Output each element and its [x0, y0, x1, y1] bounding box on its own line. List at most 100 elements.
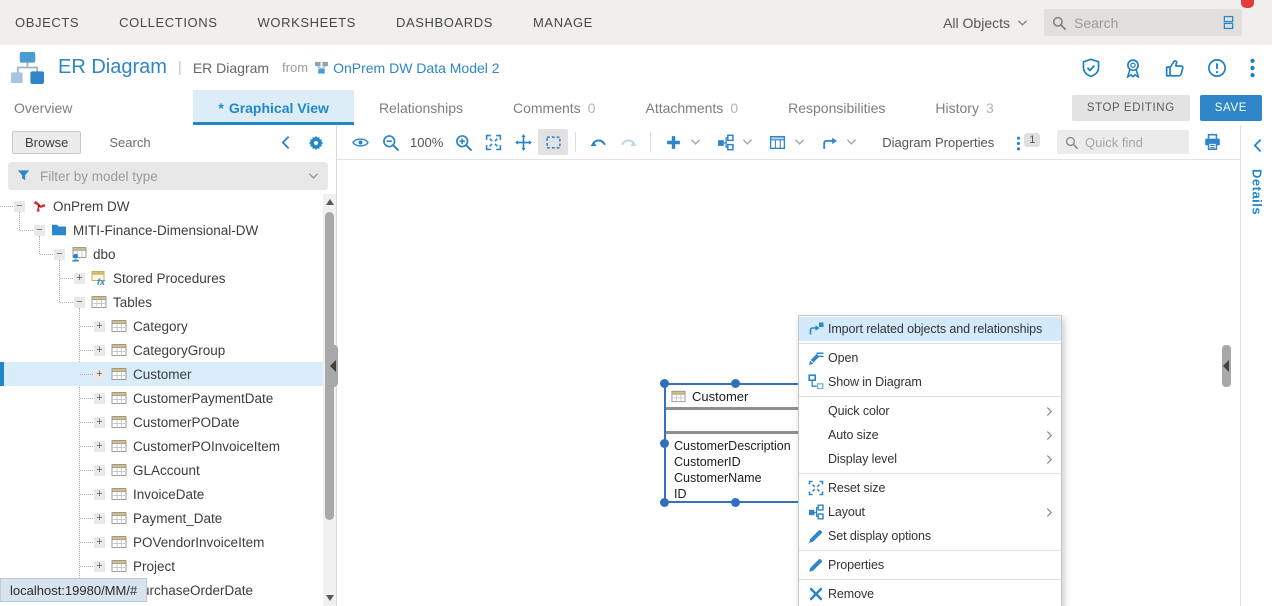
- gear-icon[interactable]: [308, 135, 324, 151]
- tree-item-povendorinvoiceitem[interactable]: +POVendorInvoiceItem: [0, 530, 323, 554]
- advanced-search-icon[interactable]: [1223, 15, 1234, 30]
- expand-toggle[interactable]: +: [94, 345, 105, 356]
- tree-scrollbar[interactable]: [323, 194, 336, 606]
- details-tab[interactable]: Details: [1250, 169, 1265, 215]
- save-button[interactable]: SAVE: [1200, 95, 1262, 121]
- tree-item-customerpodate[interactable]: +CustomerPODate: [0, 410, 323, 434]
- expand-toggle[interactable]: +: [94, 393, 105, 404]
- right-panel-splitter[interactable]: [1222, 345, 1231, 387]
- scope-dropdown[interactable]: All Objects: [943, 15, 1028, 31]
- selection-handle[interactable]: [660, 439, 669, 448]
- tree-item-miti-finance-dimensional-dw[interactable]: −MITI-Finance-Dimensional-DW: [0, 218, 323, 242]
- tab-graphical-view[interactable]: *Graphical View: [193, 90, 354, 125]
- expand-toggle[interactable]: +: [94, 417, 105, 428]
- tree-item-categorygroup[interactable]: +CategoryGroup: [0, 338, 323, 362]
- redo-button[interactable]: [613, 129, 643, 155]
- selection-handle[interactable]: [731, 379, 740, 388]
- collapse-toggle[interactable]: −: [34, 225, 45, 236]
- scroll-up-arrow[interactable]: [326, 199, 334, 205]
- fit-to-screen-button[interactable]: [478, 129, 508, 155]
- nav-item-objects[interactable]: OBJECTS: [15, 15, 79, 30]
- model-link[interactable]: OnPrem DW Data Model 2: [333, 60, 500, 76]
- kebab-menu-icon[interactable]: [1249, 58, 1256, 78]
- collapse-panel-icon[interactable]: [281, 135, 290, 150]
- add-object-button[interactable]: [658, 129, 688, 155]
- thumbs-up-icon[interactable]: [1165, 58, 1185, 78]
- expand-toggle[interactable]: +: [94, 369, 105, 380]
- expand-toggle[interactable]: +: [94, 465, 105, 476]
- selection-handle[interactable]: [660, 498, 669, 507]
- tree-item-tables[interactable]: −Tables: [0, 290, 323, 314]
- selection-handle[interactable]: [660, 379, 669, 388]
- tree-item-customerpaymentdate[interactable]: +CustomerPaymentDate: [0, 386, 323, 410]
- browse-tab[interactable]: Browse: [12, 131, 81, 154]
- undo-button[interactable]: [583, 129, 613, 155]
- chevron-down-icon[interactable]: [690, 138, 701, 146]
- expand-toggle[interactable]: +: [94, 441, 105, 452]
- chevron-down-icon[interactable]: [742, 138, 753, 146]
- menu-item-quick-color[interactable]: Quick color: [799, 399, 1061, 423]
- expand-toggle[interactable]: +: [94, 489, 105, 500]
- nav-item-manage[interactable]: MANAGE: [533, 15, 593, 30]
- pan-button[interactable]: [508, 129, 538, 155]
- collapse-toggle[interactable]: −: [14, 201, 25, 212]
- nav-item-collections[interactable]: COLLECTIONS: [119, 15, 217, 30]
- entity-customer[interactable]: Customer CustomerDescriptionCustomerIDCu…: [664, 383, 806, 503]
- tree-item-category[interactable]: +Category: [0, 314, 323, 338]
- model-type-filter[interactable]: Filter by model type: [8, 162, 328, 190]
- scroll-down-arrow[interactable]: [326, 595, 334, 601]
- tree-item-project[interactable]: +Project: [0, 554, 323, 578]
- tab-responsibilities[interactable]: Responsibilities: [763, 90, 910, 125]
- tab-overview[interactable]: Overview: [0, 90, 97, 125]
- selection-handle[interactable]: [731, 498, 740, 507]
- menu-item-layout[interactable]: Layout: [799, 500, 1061, 524]
- nav-item-worksheets[interactable]: WORKSHEETS: [258, 15, 356, 30]
- add-table-button[interactable]: [762, 129, 792, 155]
- tab-relationships[interactable]: Relationships: [354, 90, 488, 125]
- print-icon[interactable]: [1203, 133, 1222, 151]
- auto-layout-button[interactable]: [710, 129, 740, 155]
- expand-toggle[interactable]: +: [94, 537, 105, 548]
- menu-item-import-related-objects-and-relationships[interactable]: Import related objects and relationships: [799, 317, 1061, 341]
- expand-details-icon[interactable]: [1253, 138, 1262, 153]
- stop-editing-button[interactable]: STOP EDITING: [1072, 95, 1190, 121]
- expand-toggle[interactable]: +: [94, 321, 105, 332]
- tree-item-payment-date[interactable]: +Payment_Date: [0, 506, 323, 530]
- tree-item-invoicedate[interactable]: +InvoiceDate: [0, 482, 323, 506]
- properties-badge-button[interactable]: 1: [1016, 133, 1040, 151]
- menu-item-show-in-diagram[interactable]: Show in Diagram: [799, 370, 1061, 394]
- menu-item-remove[interactable]: Remove: [799, 582, 1061, 606]
- tree-item-stored-procedures[interactable]: +fxStored Procedures: [0, 266, 323, 290]
- menu-item-reset-size[interactable]: Reset size: [799, 476, 1061, 500]
- expand-toggle[interactable]: +: [94, 561, 105, 572]
- left-panel-splitter[interactable]: [329, 345, 338, 387]
- eye-button[interactable]: [345, 129, 375, 155]
- collapse-toggle[interactable]: −: [54, 249, 65, 260]
- diagram-properties-button[interactable]: Diagram Properties: [882, 135, 994, 150]
- quick-find-input[interactable]: Quick find: [1057, 130, 1189, 154]
- zoom-out-button[interactable]: [375, 129, 405, 155]
- expand-toggle[interactable]: +: [74, 273, 85, 284]
- chevron-down-icon[interactable]: [846, 138, 857, 146]
- menu-item-display-level[interactable]: Display level: [799, 447, 1061, 471]
- award-icon[interactable]: [1123, 58, 1143, 78]
- tree-item-customerpoinvoiceitem[interactable]: +CustomerPOInvoiceItem: [0, 434, 323, 458]
- tree-item-customer[interactable]: +Customer: [0, 362, 323, 386]
- search-tab[interactable]: Search: [109, 135, 150, 150]
- menu-item-open[interactable]: Open: [799, 346, 1061, 370]
- diagram-canvas[interactable]: Customer CustomerDescriptionCustomerIDCu…: [337, 160, 1240, 606]
- global-search-input[interactable]: Search: [1044, 9, 1242, 36]
- tree-item-onprem-dw[interactable]: −OnPrem DW: [0, 194, 323, 218]
- collapse-toggle[interactable]: −: [74, 297, 85, 308]
- select-area-button[interactable]: [538, 129, 568, 155]
- alert-circle-icon[interactable]: [1207, 58, 1227, 78]
- menu-item-auto-size[interactable]: Auto size: [799, 423, 1061, 447]
- tab-attachments[interactable]: Attachments0: [620, 90, 763, 125]
- nav-item-dashboards[interactable]: DASHBOARDS: [396, 15, 493, 30]
- add-relationship-button[interactable]: [814, 129, 844, 155]
- tree-item-dbo[interactable]: −dbo: [0, 242, 323, 266]
- menu-item-set-display-options[interactable]: Set display options: [799, 524, 1061, 548]
- menu-item-properties[interactable]: Properties: [799, 553, 1061, 577]
- tab-history[interactable]: History3: [910, 90, 1018, 125]
- tree-item-glaccount[interactable]: +GLAccount: [0, 458, 323, 482]
